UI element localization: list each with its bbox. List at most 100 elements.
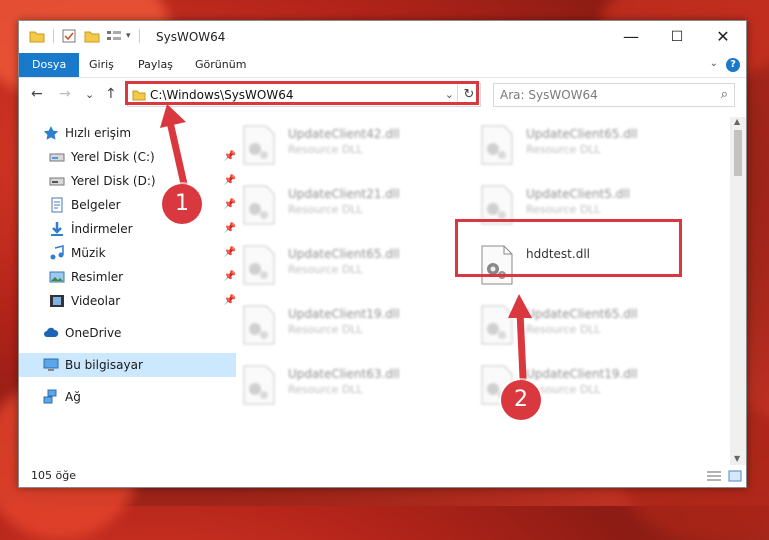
up-button[interactable]: ↑ bbox=[105, 86, 117, 102]
address-dropdown-icon[interactable]: ⌄ bbox=[445, 88, 454, 101]
tab-home[interactable]: Giriş bbox=[89, 53, 114, 77]
file-item[interactable]: UpdateClient19.dll Resource DLL bbox=[242, 303, 462, 351]
file-name: UpdateClient19.dll bbox=[288, 307, 400, 321]
sidebar-item-label: Videolar bbox=[71, 294, 121, 308]
close-button[interactable]: ✕ bbox=[700, 21, 746, 53]
sidebar-item-quick-access[interactable]: Hızlı erişim bbox=[19, 121, 236, 145]
view-options-icon[interactable] bbox=[106, 29, 122, 43]
file-type: Resource DLL bbox=[288, 203, 363, 216]
tab-file[interactable]: Dosya bbox=[19, 53, 80, 77]
tab-view[interactable]: Görünüm bbox=[195, 53, 246, 77]
sidebar-item-pictures[interactable]: Resimler 📌 bbox=[19, 265, 242, 289]
file-item[interactable]: UpdateClient65.dll Resource DLL bbox=[480, 303, 700, 351]
maximize-button[interactable]: ☐ bbox=[654, 21, 700, 53]
dll-file-icon bbox=[243, 245, 275, 285]
sidebar-item-music[interactable]: Müzik 📌 bbox=[19, 241, 242, 265]
sidebar-item-label: Yerel Disk (C:) bbox=[71, 150, 155, 164]
sidebar-item-label: Ağ bbox=[65, 390, 81, 404]
star-icon bbox=[43, 126, 59, 140]
file-name: UpdateClient65.dll bbox=[526, 127, 638, 141]
scroll-down-icon[interactable]: ▼ bbox=[734, 454, 740, 463]
music-icon bbox=[50, 245, 64, 260]
customize-toolbar-chevron-icon[interactable]: ▾ bbox=[126, 31, 131, 41]
ribbon-expand-icon[interactable]: ⌄ bbox=[710, 58, 718, 69]
file-list: UpdateClient42.dll Resource DLL UpdateCl… bbox=[230, 117, 730, 461]
address-bar[interactable]: C:\Windows\SysWOW64 ⌄ ↻ bbox=[127, 83, 481, 107]
file-name: UpdateClient63.dll bbox=[288, 367, 400, 381]
status-bar: 105 öğe bbox=[19, 465, 746, 487]
back-button[interactable]: ← bbox=[31, 86, 43, 102]
downloads-icon bbox=[51, 222, 63, 236]
file-name: UpdateClient19.dll bbox=[526, 367, 638, 381]
cloud-icon bbox=[44, 327, 59, 337]
file-item[interactable]: UpdateClient65.dll Resource DLL bbox=[480, 123, 700, 171]
search-input[interactable]: Ara: SysWOW64 bbox=[500, 88, 598, 102]
ribbon: Dosya Giriş Paylaş Görünüm ⌄ ? bbox=[19, 53, 746, 78]
vertical-scrollbar[interactable]: ▲ ▼ bbox=[730, 117, 746, 465]
sidebar-item-label: Müzik bbox=[71, 246, 106, 260]
sidebar-item-downloads[interactable]: İndirmeler 📌 bbox=[19, 217, 242, 241]
file-type: Resource DLL bbox=[288, 383, 363, 396]
sidebar-item-this-pc[interactable]: Bu bilgisayar bbox=[19, 353, 236, 377]
navigation-bar: ← → ⌄ ↑ C:\Windows\SysWOW64 ⌄ ↻ Ara: Sys… bbox=[19, 78, 746, 112]
pictures-icon bbox=[49, 271, 65, 283]
sidebar-item-documents[interactable]: Belgeler 📌 bbox=[19, 193, 242, 217]
recent-locations-button[interactable]: ⌄ bbox=[85, 88, 94, 101]
videos-icon bbox=[50, 295, 64, 307]
window-title: SysWOW64 bbox=[156, 30, 226, 44]
computer-icon bbox=[43, 358, 59, 371]
sidebar-item-label: İndirmeler bbox=[71, 222, 133, 236]
quick-access-toolbar: ▾ bbox=[29, 29, 148, 43]
properties-icon[interactable] bbox=[62, 29, 76, 43]
file-name: UpdateClient65.dll bbox=[288, 247, 400, 261]
drive-icon bbox=[49, 177, 65, 186]
forward-button[interactable]: → bbox=[59, 86, 71, 102]
dll-file-icon bbox=[243, 365, 275, 405]
documents-icon bbox=[51, 197, 63, 213]
file-name: UpdateClient21.dll bbox=[288, 187, 400, 201]
file-type: Resource DLL bbox=[526, 203, 601, 216]
drive-icon bbox=[49, 153, 65, 162]
file-type: Resource DLL bbox=[526, 323, 601, 336]
dll-file-icon bbox=[243, 185, 275, 225]
dll-file-icon bbox=[243, 305, 275, 345]
network-icon bbox=[43, 389, 57, 404]
item-count: 105 öğe bbox=[31, 469, 76, 482]
sidebar-item-onedrive[interactable]: OneDrive bbox=[19, 321, 236, 345]
sidebar-item-label: OneDrive bbox=[65, 326, 122, 340]
file-highlight-box bbox=[455, 219, 682, 277]
file-item[interactable]: UpdateClient21.dll Resource DLL bbox=[242, 183, 462, 231]
details-view-icon[interactable] bbox=[706, 470, 722, 482]
refresh-button[interactable]: ↻ bbox=[457, 84, 480, 106]
sidebar-item-disk-d[interactable]: Yerel Disk (D:) 📌 bbox=[19, 169, 242, 193]
sidebar-item-label: Belgeler bbox=[71, 198, 121, 212]
tab-share[interactable]: Paylaş bbox=[138, 53, 173, 77]
file-name: UpdateClient65.dll bbox=[526, 307, 638, 321]
sidebar-item-label: Hızlı erişim bbox=[65, 126, 132, 140]
new-folder-icon[interactable] bbox=[84, 29, 100, 43]
file-type: Resource DLL bbox=[288, 323, 363, 336]
file-name: UpdateClient5.dll bbox=[526, 187, 630, 201]
scroll-up-icon[interactable]: ▲ bbox=[734, 117, 740, 126]
file-item[interactable]: UpdateClient42.dll Resource DLL bbox=[242, 123, 462, 171]
search-box[interactable]: Ara: SysWOW64 ⌕ bbox=[493, 83, 735, 107]
sidebar-item-label: Resimler bbox=[71, 270, 124, 284]
sidebar-item-disk-c[interactable]: Yerel Disk (C:) 📌 bbox=[19, 145, 242, 169]
file-type: Resource DLL bbox=[288, 143, 363, 156]
help-icon[interactable]: ? bbox=[726, 58, 740, 72]
sidebar-item-label: Yerel Disk (D:) bbox=[71, 174, 156, 188]
search-icon[interactable]: ⌕ bbox=[721, 87, 728, 102]
step-2-badge: 2 bbox=[501, 380, 541, 420]
minimize-button[interactable]: — bbox=[608, 21, 654, 53]
file-item[interactable]: UpdateClient65.dll Resource DLL bbox=[242, 243, 462, 291]
step-1-badge: 1 bbox=[162, 184, 202, 224]
dll-file-icon bbox=[243, 125, 275, 165]
sidebar-item-network[interactable]: Ağ bbox=[19, 385, 236, 409]
large-icons-view-icon[interactable] bbox=[728, 470, 742, 482]
folder-icon[interactable] bbox=[29, 29, 45, 43]
sidebar-item-videos[interactable]: Videolar 📌 bbox=[19, 289, 242, 313]
scroll-thumb[interactable] bbox=[734, 130, 742, 176]
title-bar: ▾ SysWOW64 — ☐ ✕ bbox=[19, 21, 746, 53]
file-item[interactable]: UpdateClient63.dll Resource DLL bbox=[242, 363, 462, 411]
address-path[interactable]: C:\Windows\SysWOW64 bbox=[150, 88, 294, 102]
